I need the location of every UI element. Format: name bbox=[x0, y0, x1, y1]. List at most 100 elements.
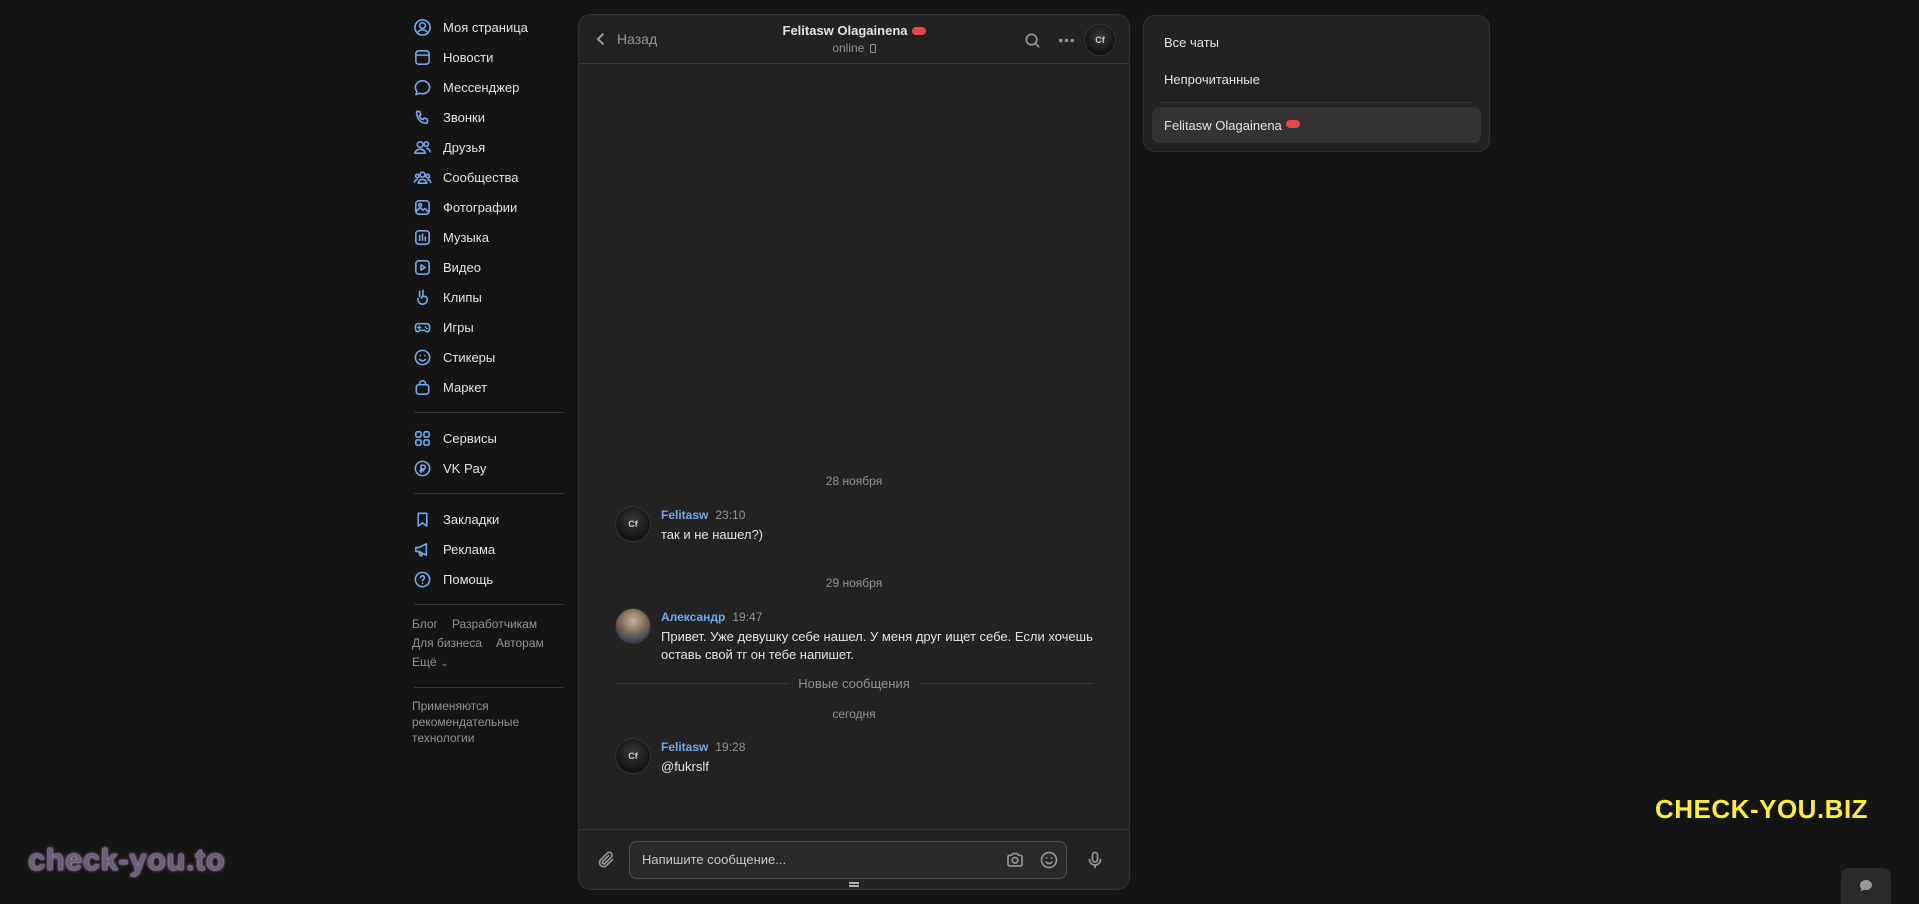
nav-main-group: Моя страница Новости Мессенджер Звонки Д… bbox=[412, 12, 570, 402]
paperclip-icon bbox=[598, 851, 614, 868]
message-item[interactable]: Cf Felitasw 19:28 @fukrslf bbox=[615, 738, 1095, 776]
services-icon bbox=[412, 428, 432, 448]
clips-icon bbox=[412, 287, 432, 307]
nav-item-ads[interactable]: Реклама bbox=[412, 534, 570, 564]
nav-item-label: Моя страница bbox=[443, 19, 528, 35]
camera-icon bbox=[1007, 852, 1023, 867]
microphone-icon bbox=[1088, 851, 1102, 868]
nav-item-my-page[interactable]: Моя страница bbox=[412, 12, 570, 42]
search-icon bbox=[1024, 32, 1040, 48]
footer-link-authors[interactable]: Авторам bbox=[496, 636, 544, 650]
nav-item-label: Музыка bbox=[443, 229, 489, 245]
chat-bubble-button[interactable] bbox=[1841, 868, 1891, 904]
voice-message-button[interactable] bbox=[1073, 850, 1117, 870]
nav-services-group: Сервисы VK Pay bbox=[412, 423, 570, 483]
chat-bubble-icon bbox=[1860, 880, 1872, 892]
nav-item-messenger[interactable]: Мессенджер bbox=[412, 72, 570, 102]
nav-item-help[interactable]: Помощь bbox=[412, 564, 570, 594]
message-text: Привет. Уже девушку себе нашел. У меня д… bbox=[661, 629, 1093, 662]
nav-item-label: Друзья bbox=[443, 139, 486, 155]
nav-item-label: Сервисы bbox=[443, 430, 497, 446]
message-time[interactable]: 23:10 bbox=[715, 508, 745, 522]
nav-item-market[interactable]: Маркет bbox=[412, 372, 570, 402]
nav-item-bookmarks[interactable]: Закладки bbox=[412, 504, 570, 534]
message-time[interactable]: 19:47 bbox=[732, 610, 762, 624]
separator-line bbox=[615, 683, 789, 684]
nav-item-services[interactable]: Сервисы bbox=[412, 423, 570, 453]
message-body: Felitasw 23:10 так и не нашел?) bbox=[661, 506, 763, 544]
message-body: Александр 19:47 Привет. Уже девушку себе … bbox=[661, 608, 1095, 664]
recommendation-notice[interactable]: Применяются рекомендательные технологии bbox=[412, 698, 562, 746]
friends-icon bbox=[412, 137, 432, 157]
avatar[interactable] bbox=[615, 608, 651, 644]
new-messages-label: Новые сообщения bbox=[798, 676, 910, 691]
message-author[interactable]: Felitasw bbox=[661, 508, 708, 522]
music-icon bbox=[412, 227, 432, 247]
left-navigation: Моя страница Новости Мессенджер Звонки Д… bbox=[412, 12, 570, 746]
message-time[interactable]: 19:28 bbox=[715, 740, 745, 754]
date-separator: 29 ноября bbox=[825, 576, 883, 590]
gamepad-icon bbox=[412, 317, 432, 337]
filter-unread[interactable]: Непрочитанные bbox=[1152, 61, 1481, 98]
nav-item-label: Видео bbox=[443, 259, 481, 275]
nav-item-news[interactable]: Новости bbox=[412, 42, 570, 72]
input-actions bbox=[998, 850, 1066, 870]
footer-link-more[interactable]: Ещё bbox=[412, 655, 437, 669]
smile-icon bbox=[412, 347, 432, 367]
message-author[interactable]: Александр bbox=[661, 610, 725, 624]
nav-item-music[interactable]: Музыка bbox=[412, 222, 570, 252]
message-body: Felitasw 19:28 @fukrslf bbox=[661, 738, 745, 776]
resize-handle[interactable] bbox=[849, 882, 859, 887]
chat-panel: Назад Felitasw Olagainena online Cf 28 н… bbox=[578, 14, 1130, 890]
message-composer bbox=[579, 829, 1129, 889]
smile-icon bbox=[1040, 851, 1058, 868]
nav-item-friends[interactable]: Друзья bbox=[412, 132, 570, 162]
message-item[interactable]: Александр 19:47 Привет. Уже девушку себе … bbox=[615, 608, 1095, 664]
back-button[interactable]: Назад bbox=[593, 31, 657, 47]
message-item[interactable]: Cf Felitasw 23:10 так и не нашел?) bbox=[615, 506, 1095, 544]
attach-button[interactable] bbox=[585, 850, 629, 870]
search-button[interactable] bbox=[1015, 23, 1049, 57]
nav-item-stickers[interactable]: Стикеры bbox=[412, 342, 570, 372]
message-author[interactable]: Felitasw bbox=[661, 740, 708, 754]
chat-filter-panel: Все чаты Непрочитанные Felitasw Olagaine… bbox=[1143, 15, 1490, 152]
peer-avatar-button[interactable]: Cf bbox=[1083, 23, 1117, 57]
camera-button[interactable] bbox=[998, 850, 1032, 870]
peer-status-text: online bbox=[832, 41, 865, 55]
footer-link-business[interactable]: Для бизнеса bbox=[412, 636, 482, 650]
avatar[interactable]: Cf bbox=[615, 506, 651, 542]
filter-all-chats[interactable]: Все чаты bbox=[1152, 24, 1481, 61]
nav-item-clips[interactable]: Клипы bbox=[412, 282, 570, 312]
help-icon bbox=[412, 569, 432, 589]
footer-link-blog[interactable]: Блог bbox=[412, 617, 438, 631]
nav-item-label: Стикеры bbox=[443, 349, 496, 365]
separator-line bbox=[919, 683, 1093, 684]
nav-divider bbox=[414, 604, 564, 605]
nav-item-calls[interactable]: Звонки bbox=[412, 102, 570, 132]
heart-emoji-icon bbox=[1285, 120, 1300, 128]
nav-extra-group: Закладки Реклама Помощь bbox=[412, 504, 570, 594]
chat-header: Назад Felitasw Olagainena online Cf bbox=[579, 15, 1129, 64]
bag-icon bbox=[412, 377, 432, 397]
avatar[interactable]: Cf bbox=[615, 738, 651, 774]
user-circle-icon bbox=[412, 17, 432, 37]
filter-current-conversation[interactable]: Felitasw Olagainena bbox=[1152, 107, 1481, 143]
nav-item-communities[interactable]: Сообщества bbox=[412, 162, 570, 192]
nav-item-label: Закладки bbox=[443, 511, 500, 527]
nav-item-label: Фотографии bbox=[443, 199, 518, 215]
nav-item-video[interactable]: Видео bbox=[412, 252, 570, 282]
chevron-down-icon: ⌄ bbox=[440, 658, 449, 668]
emoji-button[interactable] bbox=[1032, 850, 1066, 870]
nav-divider bbox=[414, 412, 564, 413]
more-button[interactable] bbox=[1049, 23, 1083, 57]
message-input[interactable] bbox=[642, 852, 998, 867]
message-history[interactable]: 28 ноября Cf Felitasw 23:10 так и не наше… bbox=[579, 65, 1129, 829]
photo-icon bbox=[412, 197, 432, 217]
nav-item-photos[interactable]: Фотографии bbox=[412, 192, 570, 222]
footer-link-developers[interactable]: Разработчикам bbox=[452, 617, 537, 631]
nav-item-vkpay[interactable]: VK Pay bbox=[412, 453, 570, 483]
nav-item-games[interactable]: Игры bbox=[412, 312, 570, 342]
nav-item-label: Клипы bbox=[443, 289, 482, 305]
message-text: @fukrslf bbox=[661, 759, 709, 774]
header-actions: Cf bbox=[1015, 23, 1117, 57]
